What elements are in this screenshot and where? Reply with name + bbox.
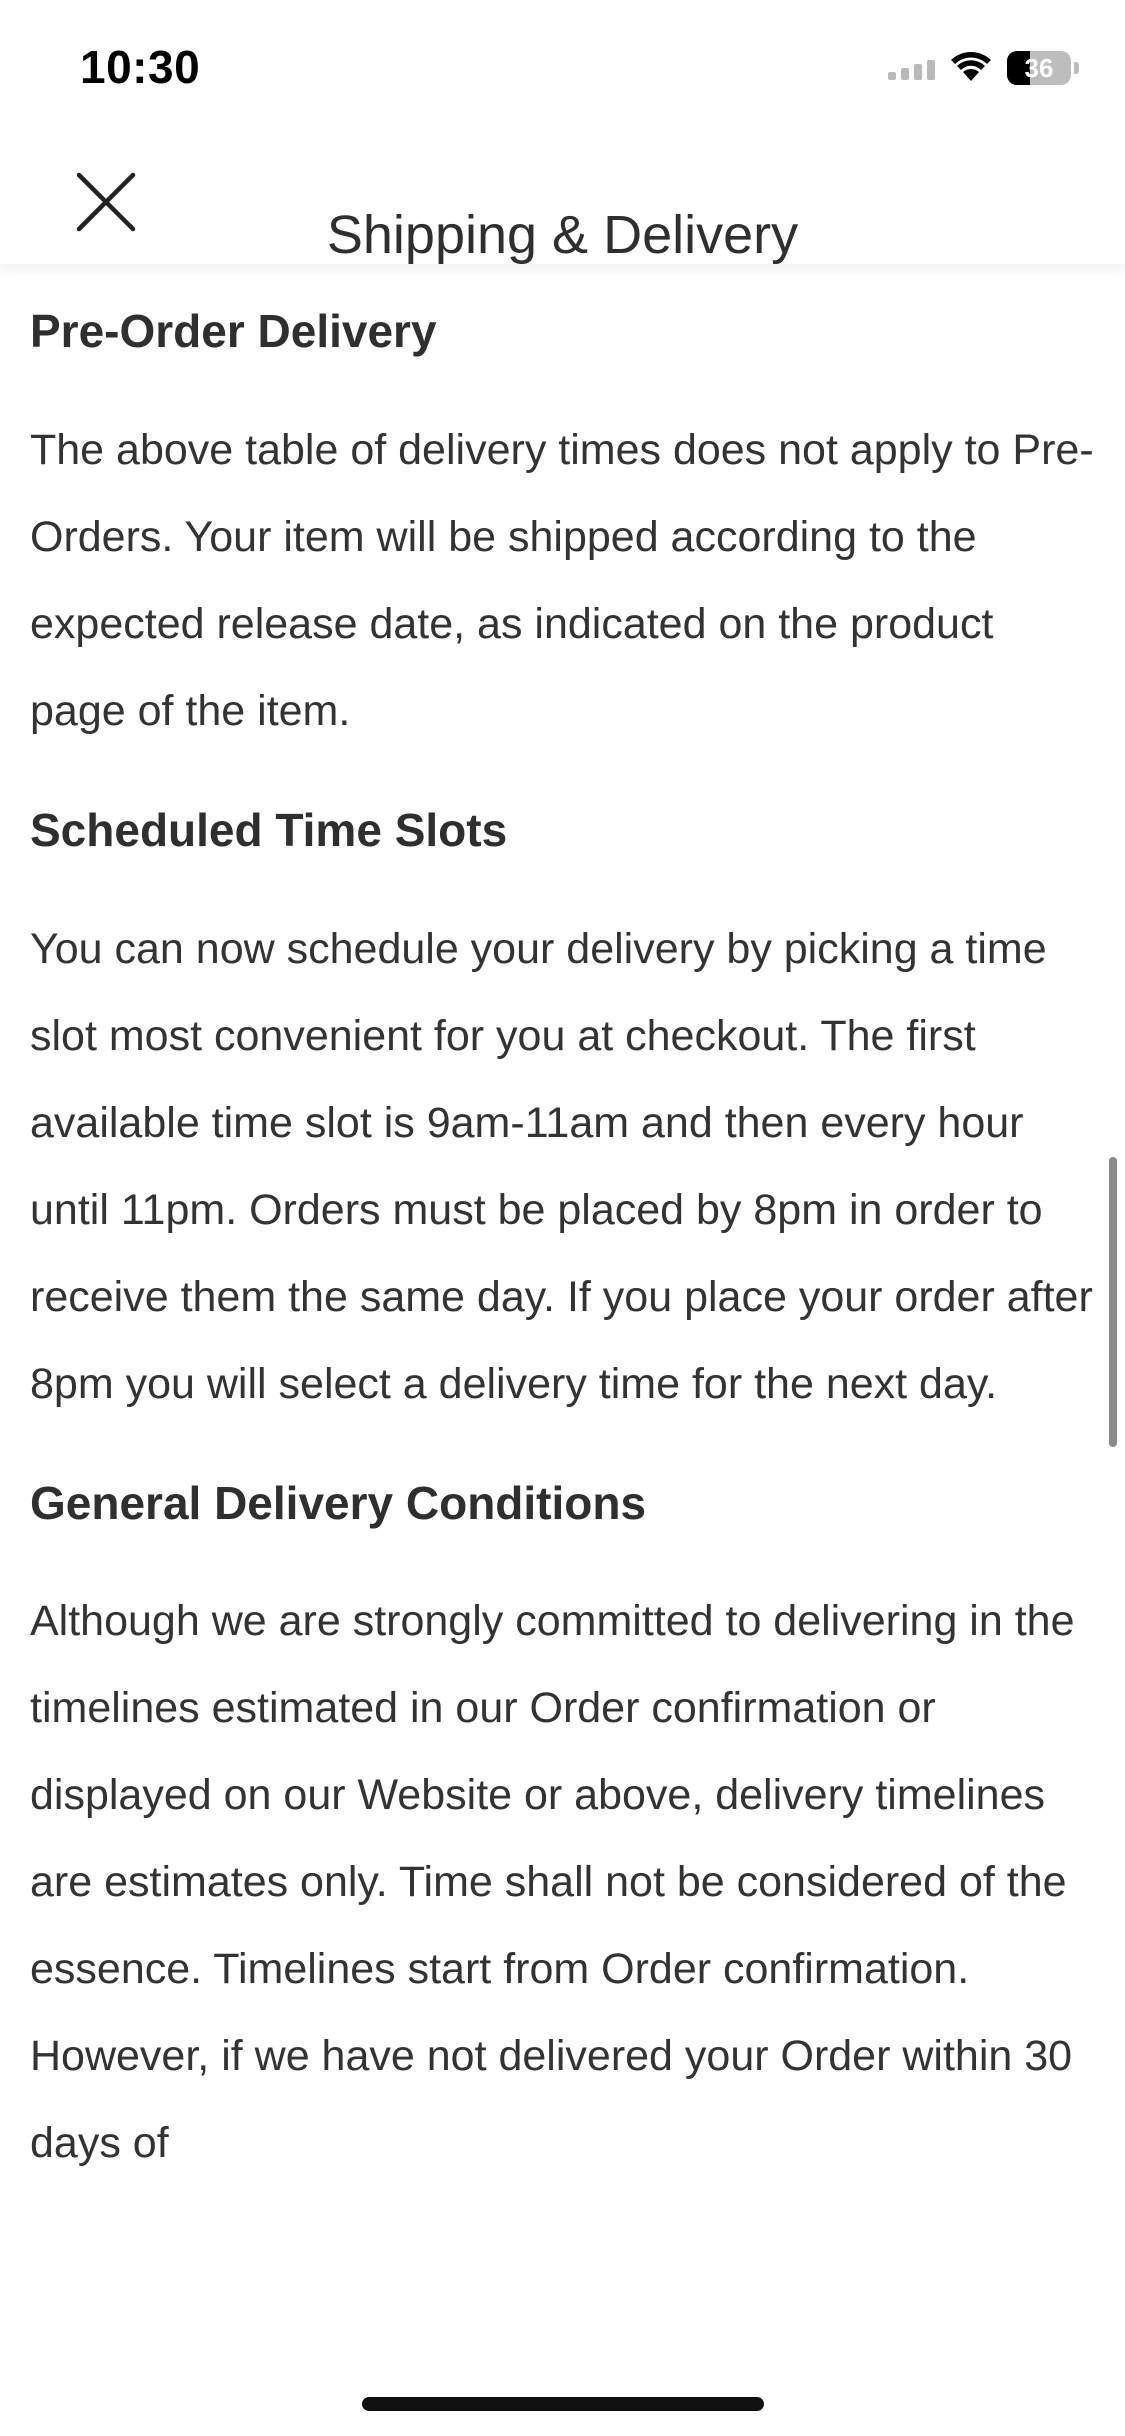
section-body-general-conditions: Although we are strongly committed to de… bbox=[30, 1597, 1075, 2168]
battery-wrap: 36 bbox=[1007, 51, 1079, 85]
home-indicator[interactable] bbox=[362, 2397, 764, 2411]
page-title: Shipping & Delivery bbox=[326, 205, 799, 266]
scrollbar[interactable] bbox=[1109, 1157, 1117, 1447]
section-heading-time-slots: Scheduled Time Slots bbox=[30, 803, 508, 856]
signal-icon bbox=[888, 56, 935, 80]
battery-tip bbox=[1074, 62, 1079, 74]
section-body-time-slots: You can now schedule your delivery by pi… bbox=[30, 924, 1093, 1408]
wifi-icon bbox=[949, 49, 993, 88]
status-time: 10:30 bbox=[80, 41, 201, 93]
section-heading-general-conditions: General Delivery Conditions bbox=[30, 1476, 647, 1529]
status-icons: 36 bbox=[888, 48, 1079, 88]
battery-icon: 36 bbox=[1007, 51, 1071, 85]
content-area[interactable]: Pre-Order Delivery The above table of de… bbox=[30, 264, 1100, 2187]
battery-level: 36 bbox=[1024, 52, 1054, 83]
nav-bar: Shipping & Delivery bbox=[0, 132, 1125, 266]
status-bar: 10:30 36 bbox=[0, 0, 1125, 132]
section-heading-pre-order: Pre-Order Delivery bbox=[30, 305, 437, 357]
section-body-pre-order: The above table of delivery times does n… bbox=[30, 425, 1094, 735]
